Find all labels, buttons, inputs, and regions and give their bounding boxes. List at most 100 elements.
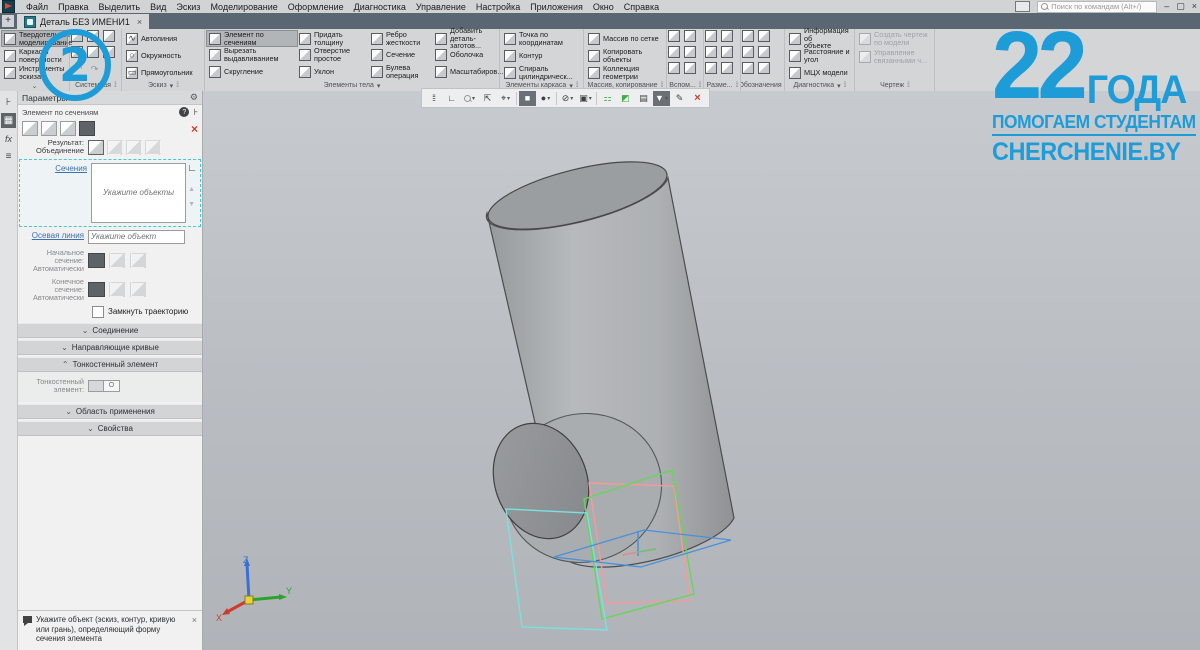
chevron-down-icon[interactable]: ⌄ [32,82,38,90]
object-info-button[interactable]: Информация об объекте [787,31,852,46]
sketch-plane-icon[interactable]: ∟ [443,91,460,106]
mode-wireframe-surfaces-button[interactable]: Каркас и поверхности [2,48,67,63]
manage-linked-button[interactable]: Управление связанными ч... [857,49,932,64]
section-grip[interactable]: ⁞⁞ [736,82,738,89]
section-grip[interactable]: ⁞⁞ [907,82,909,89]
menu-diagnostics[interactable]: Диагностика [349,2,411,12]
start-normal-icon[interactable] [109,253,126,268]
menu-layout[interactable]: Оформление [283,2,349,12]
dim-note-icon[interactable] [721,62,733,74]
menu-window[interactable]: Окно [588,2,619,12]
thicken-button[interactable]: Придать толщину [297,31,369,46]
zoom-menu-button[interactable]: ▾ [461,91,478,106]
result-union-icon[interactable] [88,140,104,155]
point-by-coords-button[interactable]: Точка по координатам [502,31,581,46]
hide-objects-menu-button[interactable]: ⊘▾ [559,91,576,106]
section-grip[interactable]: ⁞⁞ [114,82,116,89]
notation-tolerance-icon[interactable] [742,46,754,58]
feature-type-1-icon[interactable] [22,121,38,136]
grid-array-button[interactable]: Массив по сетке [586,31,664,46]
simple-hole-button[interactable]: Отверстие простое [297,48,369,63]
aux-point-icon[interactable] [684,46,696,58]
loft-element-button[interactable]: Элемент по сечениям [207,31,297,46]
close-button[interactable]: × [1192,0,1197,13]
group-thin-wall[interactable]: ⌃ Тонкостенный элемент [18,357,202,372]
aux-plane-icon[interactable] [668,30,680,42]
mode-sketch-tools-button[interactable]: Инструменты эскиза [2,65,67,80]
orientation-icon[interactable]: ⇱ [479,91,496,106]
shell-button[interactable]: Оболочка [433,48,496,63]
open-icon[interactable] [87,30,99,42]
notation-datum-icon[interactable] [758,30,770,42]
menu-view[interactable]: Вид [145,2,171,12]
section-grip[interactable]: ⁞⁞ [176,82,178,89]
start-auto-icon[interactable] [88,253,105,268]
scale-button[interactable]: Масштабиров... [433,64,496,79]
restore-button[interactable]: ▢ [1176,0,1185,13]
menu-modeling[interactable]: Моделирование [205,2,282,12]
group-application-area[interactable]: ⌄ Область применения [18,404,202,419]
group-properties[interactable]: ⌄ Свойства [18,421,202,436]
rib-button[interactable]: Ребро жесткости [369,31,433,46]
aux-axis-icon[interactable] [684,30,696,42]
move-up-icon[interactable]: ▲ [188,186,195,193]
dim-diameter-icon[interactable] [721,46,733,58]
tab-detail[interactable]: Деталь БЕЗ ИМЕНИ1 × [17,14,149,29]
new-document-icon[interactable] [71,30,83,42]
undo-icon[interactable]: ↶ [71,62,86,77]
section-button[interactable]: Сечение [369,48,433,63]
viewport-3d[interactable]: ⁞⁞ ∟ ▾ ⇱ ⌖▾ ■ ●▾ ⊘▾ ▣▾ ⚏ ◩ ▤ ▼▾ ✎ × [203,91,1200,650]
section-grip[interactable]: ⁞⁞ [844,82,846,89]
clip-view-menu-button[interactable]: ▣▾ [577,91,594,106]
result-new-body-icon[interactable] [107,140,123,155]
mass-properties-button[interactable]: МЦХ модели [787,65,852,80]
layers-icon[interactable]: ▤ [635,91,652,106]
close-trajectory-checkbox[interactable] [92,306,104,318]
dropdown-icon[interactable]: ▾ [170,82,174,90]
menu-sketch[interactable]: Эскиз [171,2,205,12]
notation-mark-icon[interactable] [758,46,770,58]
properties-icon[interactable] [71,46,83,58]
menu-help[interactable]: Справка [619,2,664,12]
copy-objects-button[interactable]: Копировать объекты [586,48,664,63]
dim-leader-icon[interactable] [705,62,717,74]
tree-panel-icon[interactable]: ⊦ [1,95,16,110]
sections-list[interactable]: Укажите объекты [91,163,186,223]
dropdown-icon[interactable]: ▾ [837,82,841,90]
menu-edit[interactable]: Правка [53,2,93,12]
axis-line-input[interactable] [88,230,185,244]
sketch-corner-icon[interactable]: ∟ [187,163,197,174]
tree-small-icon[interactable]: ⊦ [193,107,198,118]
save-icon[interactable] [103,30,115,42]
new-document-tab-button[interactable]: + [2,15,14,27]
tab-close-icon[interactable]: × [137,17,142,27]
redo-icon[interactable]: ↷ [87,62,102,77]
filters-menu-button[interactable]: ▼▾ [653,91,670,106]
save-as-icon[interactable] [103,46,115,58]
circle-button[interactable]: ○ Окружность [124,48,202,63]
helix-button[interactable]: Спираль цилиндрическ... [502,65,581,80]
menu-select[interactable]: Выделить [94,2,146,12]
menu-apps[interactable]: Приложения [525,2,588,12]
move-down-icon[interactable]: ▼ [188,201,195,208]
menu-file[interactable]: Файл [21,2,53,12]
end-tangent-icon[interactable] [130,282,147,297]
aux-curve-icon[interactable] [684,62,696,74]
sections-link[interactable]: Сечения [55,164,87,173]
notation-thread-icon[interactable] [742,62,754,74]
group-connection[interactable]: ⌄ Соединение [18,323,202,338]
add-stock-part-button[interactable]: Добавить деталь-заготов... [433,31,496,46]
shading-mode-button[interactable]: ■ [519,91,536,106]
hint-close-icon[interactable]: × [192,615,197,644]
feature-type-2-icon[interactable] [41,121,57,136]
cut-extrude-button[interactable]: Вырезать выдавливанием [207,48,297,63]
preview-icon[interactable] [87,46,99,58]
dropdown-icon[interactable]: ▾ [377,82,381,90]
command-search[interactable]: Поиск по командам (Alt+/) [1037,1,1157,13]
aux-lcs-icon[interactable] [668,46,680,58]
feature-type-4-icon[interactable] [79,121,95,136]
axes-menu-button[interactable]: ⌖▾ [497,91,514,106]
snap-toggle-icon[interactable]: ⚏ [599,91,616,106]
end-normal-icon[interactable] [109,282,126,297]
distance-angle-button[interactable]: Расстояние и угол [787,48,852,63]
